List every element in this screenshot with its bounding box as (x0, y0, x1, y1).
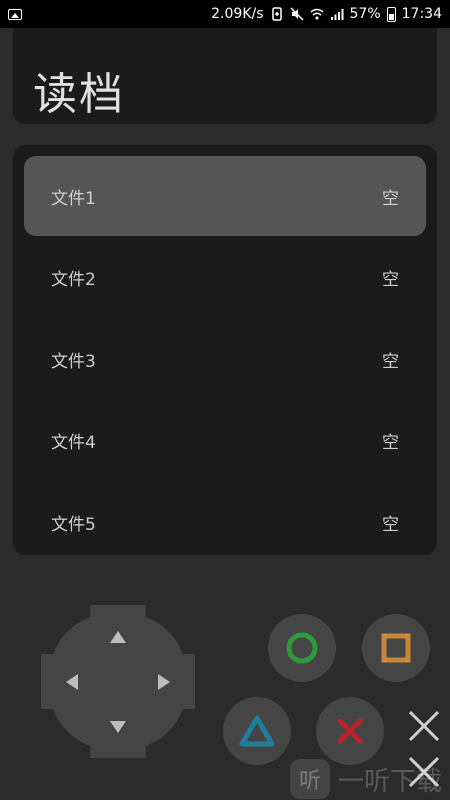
circle-button[interactable] (268, 614, 336, 682)
triangle-button[interactable] (223, 697, 291, 765)
dpad-cross (41, 605, 195, 758)
page-title: 读档 (33, 69, 125, 120)
save-slot-name: 文件4 (51, 433, 96, 453)
dpad[interactable] (41, 605, 195, 758)
save-slot-name: 文件5 (51, 514, 96, 535)
watermark-text: 一听下载 (338, 766, 443, 797)
dpad-right-icon[interactable] (158, 674, 170, 690)
save-slot-1[interactable]: 文件1 空 (24, 156, 426, 236)
wifi-icon (310, 8, 323, 20)
battery-icon (386, 6, 396, 22)
save-slot-status: 空 (382, 514, 399, 535)
save-slot-name: 文件3 (51, 351, 96, 372)
battery-saver-icon (271, 7, 282, 21)
save-slot-5[interactable]: 文件5 空 (24, 482, 426, 562)
title-card: 读档 (13, 28, 437, 124)
save-slot-name: 文件1 (51, 188, 96, 209)
network-speed: 2.09K/s (211, 6, 264, 22)
dpad-up-icon[interactable] (110, 631, 126, 643)
watermark: 听 一听下载 (290, 758, 442, 800)
save-slot-name: 文件2 (51, 270, 96, 290)
save-slot-3[interactable]: 文件3 空 (24, 319, 426, 399)
dpad-down-icon[interactable] (110, 721, 126, 733)
save-slot-status: 空 (382, 188, 399, 209)
close-icon[interactable] (400, 702, 448, 750)
mute-icon (289, 7, 304, 21)
save-slot-status: 空 (382, 433, 399, 453)
gallery-icon (8, 8, 22, 20)
save-slot-2[interactable]: 文件2 空 (24, 238, 426, 318)
cross-button[interactable] (316, 697, 384, 765)
circle-icon (286, 632, 318, 664)
status-bar: 2.09K/s 57% 17:34 (0, 0, 450, 28)
triangle-icon (239, 715, 275, 747)
save-slot-4[interactable]: 文件4 空 (24, 401, 426, 481)
dpad-left-icon[interactable] (66, 674, 78, 690)
signal-icon (330, 9, 344, 20)
watermark-logo: 听 (290, 759, 330, 799)
save-slot-status: 空 (382, 351, 399, 372)
square-icon (381, 633, 411, 663)
save-slot-status: 空 (382, 270, 399, 290)
cross-icon (337, 718, 363, 744)
save-slot-list: 文件1 空 文件2 空 文件3 空 文件4 空 文件5 空 (13, 145, 437, 555)
battery-percent: 57% (349, 6, 381, 22)
clock: 17:34 (401, 6, 442, 22)
square-button[interactable] (362, 614, 430, 682)
